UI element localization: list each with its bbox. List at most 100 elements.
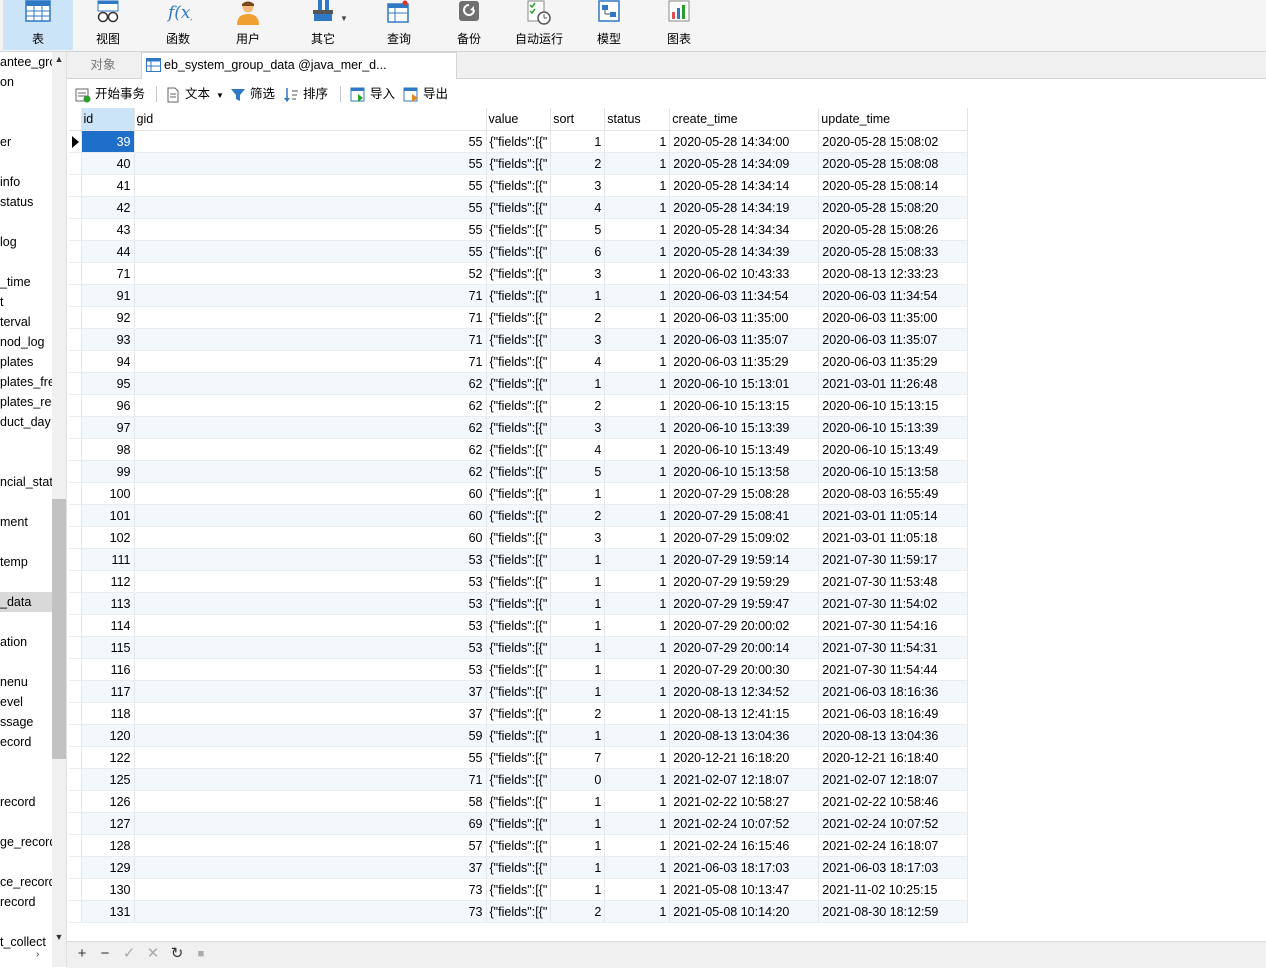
cell-gid[interactable]: 60	[134, 504, 487, 527]
cell-value[interactable]: {"fields":[{"	[486, 174, 552, 197]
column-header-create-time[interactable]: create_time	[669, 108, 820, 131]
row-indicator[interactable]	[69, 284, 82, 307]
row-indicator[interactable]	[69, 460, 82, 483]
row-indicator[interactable]	[69, 504, 82, 527]
cell-status[interactable]: 1	[604, 394, 671, 417]
sidebar-item[interactable]: _time	[0, 272, 52, 292]
cell-update-time[interactable]: 2021-02-24 16:18:07	[818, 834, 969, 857]
row-indicator[interactable]	[69, 768, 82, 791]
sort-button[interactable]: 排序	[283, 80, 328, 108]
sidebar-item[interactable]: nenu	[0, 672, 52, 692]
table-row[interactable]: 102 60 {"fields":[{" 3 1 2020-07-29 15:09:02 2…	[69, 526, 969, 549]
cell-create-time[interactable]: 2020-05-28 14:34:09	[669, 152, 820, 175]
toolbar-chart-button[interactable]: 图表	[644, 0, 714, 50]
table-row[interactable]: 113 53 {"fields":[{" 1 1 2020-07-29 19:59:47 2…	[69, 592, 969, 615]
cell-create-time[interactable]: 2020-05-28 14:34:34	[669, 218, 820, 241]
cell-sort[interactable]: 1	[550, 482, 606, 505]
cell-gid[interactable]: 53	[134, 658, 487, 681]
cell-gid[interactable]: 52	[134, 262, 487, 285]
cell-value[interactable]: {"fields":[{"	[486, 416, 552, 439]
table-row[interactable]: 93 71 {"fields":[{" 3 1 2020-06-03 11:35:07 20…	[69, 328, 969, 351]
cell-status[interactable]: 1	[604, 592, 671, 615]
cell-gid[interactable]: 55	[134, 130, 487, 153]
cell-value[interactable]: {"fields":[{"	[486, 746, 552, 769]
cell-sort[interactable]: 1	[550, 130, 606, 153]
cell-id[interactable]: 93	[81, 328, 135, 351]
cell-value[interactable]: {"fields":[{"	[486, 262, 552, 285]
cell-id[interactable]: 113	[81, 592, 135, 615]
cell-update-time[interactable]: 2020-06-10 15:13:39	[818, 416, 969, 439]
row-indicator[interactable]	[69, 614, 82, 637]
cell-sort[interactable]: 6	[550, 240, 606, 263]
import-button[interactable]: 导入	[350, 80, 395, 108]
cell-create-time[interactable]: 2020-07-29 15:09:02	[669, 526, 820, 549]
apply-changes-button[interactable]: ✓	[120, 945, 138, 963]
cell-value[interactable]: {"fields":[{"	[486, 900, 552, 923]
cell-create-time[interactable]: 2020-05-28 14:34:19	[669, 196, 820, 219]
scroll-up-icon[interactable]: ▲	[53, 54, 65, 66]
cell-update-time[interactable]: 2021-07-30 11:53:48	[818, 570, 969, 593]
cell-sort[interactable]: 3	[550, 416, 606, 439]
sidebar-item[interactable]: log	[0, 232, 52, 252]
cell-id[interactable]: 112	[81, 570, 135, 593]
sidebar-item[interactable]: ce_record	[0, 872, 52, 892]
cell-status[interactable]: 1	[604, 570, 671, 593]
sidebar-item[interactable]: ment	[0, 512, 52, 532]
cell-update-time[interactable]: 2021-07-30 11:54:44	[818, 658, 969, 681]
cell-status[interactable]: 1	[604, 812, 671, 835]
cell-id[interactable]: 71	[81, 262, 135, 285]
row-indicator[interactable]	[69, 372, 82, 395]
dropdown-arrow-icon[interactable]: ▼	[216, 91, 224, 100]
cell-id[interactable]: 111	[81, 548, 135, 571]
table-row[interactable]: 43 55 {"fields":[{" 5 1 2020-05-28 14:34:34 20…	[69, 218, 969, 241]
table-row[interactable]: 42 55 {"fields":[{" 4 1 2020-05-28 14:34:19 20…	[69, 196, 969, 219]
cell-value[interactable]: {"fields":[{"	[486, 878, 552, 901]
cell-update-time[interactable]: 2020-06-03 11:34:54	[818, 284, 969, 307]
cell-create-time[interactable]: 2021-02-24 16:15:46	[669, 834, 820, 857]
cell-value[interactable]: {"fields":[{"	[486, 218, 552, 241]
cell-id[interactable]: 131	[81, 900, 135, 923]
cell-create-time[interactable]: 2020-06-03 11:35:00	[669, 306, 820, 329]
row-indicator[interactable]	[69, 900, 82, 923]
cell-gid[interactable]: 71	[134, 328, 487, 351]
cell-value[interactable]: {"fields":[{"	[486, 614, 552, 637]
scroll-down-icon[interactable]: ▼	[53, 932, 65, 944]
cell-update-time[interactable]: 2021-11-02 10:25:15	[818, 878, 969, 901]
row-indicator[interactable]	[69, 724, 82, 747]
cell-value[interactable]: {"fields":[{"	[486, 526, 552, 549]
cell-gid[interactable]: 53	[134, 570, 487, 593]
table-row[interactable]: 115 53 {"fields":[{" 1 1 2020-07-29 20:00:14 2…	[69, 636, 969, 659]
cell-gid[interactable]: 37	[134, 702, 487, 725]
cell-update-time[interactable]: 2021-03-01 11:05:14	[818, 504, 969, 527]
cell-value[interactable]: {"fields":[{"	[486, 856, 552, 879]
cell-create-time[interactable]: 2020-05-28 14:34:14	[669, 174, 820, 197]
sidebar-item-selected[interactable]: _data	[0, 592, 52, 612]
cell-sort[interactable]: 1	[550, 592, 606, 615]
cell-gid[interactable]: 53	[134, 636, 487, 659]
cell-sort[interactable]: 1	[550, 790, 606, 813]
cell-sort[interactable]: 5	[550, 460, 606, 483]
filter-button[interactable]: 筛选	[230, 80, 275, 108]
cell-status[interactable]: 1	[604, 196, 671, 219]
sidebar-scrollbar-thumb[interactable]	[52, 499, 66, 759]
cell-status[interactable]: 1	[604, 152, 671, 175]
cell-value[interactable]: {"fields":[{"	[486, 196, 552, 219]
cell-gid[interactable]: 57	[134, 834, 487, 857]
cell-id[interactable]: 100	[81, 482, 135, 505]
cell-gid[interactable]: 53	[134, 614, 487, 637]
cell-gid[interactable]: 62	[134, 460, 487, 483]
cell-create-time[interactable]: 2020-07-29 20:00:02	[669, 614, 820, 637]
cell-sort[interactable]: 3	[550, 174, 606, 197]
cell-sort[interactable]: 1	[550, 548, 606, 571]
cell-status[interactable]: 1	[604, 240, 671, 263]
cell-create-time[interactable]: 2020-07-29 19:59:47	[669, 592, 820, 615]
cell-sort[interactable]: 1	[550, 570, 606, 593]
toolbar-query-button[interactable]: 查询	[364, 0, 434, 50]
cell-create-time[interactable]: 2020-07-29 15:08:28	[669, 482, 820, 505]
sidebar-item[interactable]: ncial_stat	[0, 472, 52, 492]
cell-sort[interactable]: 5	[550, 218, 606, 241]
cell-id[interactable]: 127	[81, 812, 135, 835]
cell-id[interactable]: 44	[81, 240, 135, 263]
cell-sort[interactable]: 2	[550, 504, 606, 527]
cell-status[interactable]: 1	[604, 878, 671, 901]
